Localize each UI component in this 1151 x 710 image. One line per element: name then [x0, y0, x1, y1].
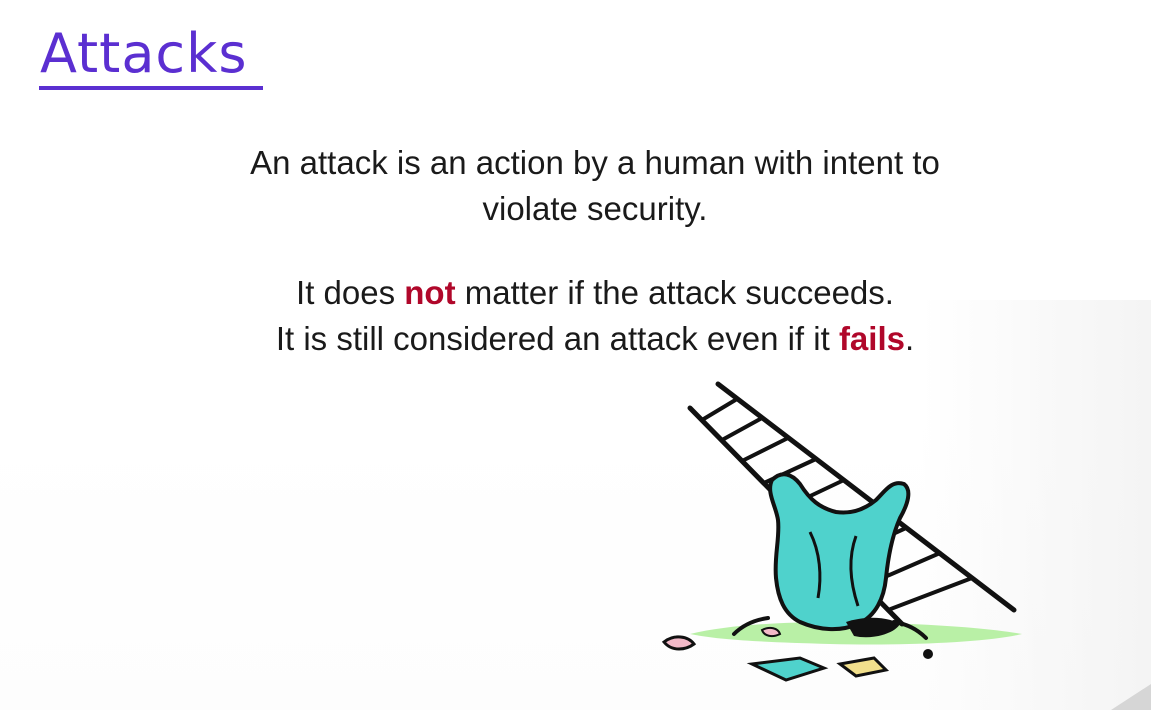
- note-paragraph: It does not matter if the attack succeed…: [160, 270, 1030, 362]
- debris-shard-4: [760, 626, 782, 638]
- definition-line-2: violate security.: [482, 190, 708, 227]
- note-line-2-text: It is still considered an attack even if…: [275, 320, 839, 357]
- debris-shard-3: [661, 635, 697, 651]
- debris-dot: [923, 649, 933, 659]
- page-curl-icon: [1111, 684, 1151, 710]
- debris-shard-1: [746, 656, 829, 682]
- title-underline: [39, 86, 263, 90]
- note-highlight-not: not: [404, 274, 456, 311]
- note-highlight-fails: fails: [838, 320, 905, 357]
- debris-shard-2: [836, 656, 890, 678]
- definition-line-1: An attack is an action by a human with i…: [250, 144, 940, 181]
- note-line-2-text-end: .: [904, 320, 915, 357]
- slide-title: Attacks: [40, 22, 248, 85]
- slide-body: An attack is an action by a human with i…: [160, 140, 1030, 400]
- fallen-climber-ladder-icon: [661, 381, 1022, 682]
- slide: Attacks An attack is an action by a huma…: [0, 0, 1151, 710]
- note-line-1-text-end: matter if the attack succeeds.: [455, 274, 894, 311]
- note-line-1-text: It does: [296, 274, 405, 311]
- definition-paragraph: An attack is an action by a human with i…: [160, 140, 1030, 232]
